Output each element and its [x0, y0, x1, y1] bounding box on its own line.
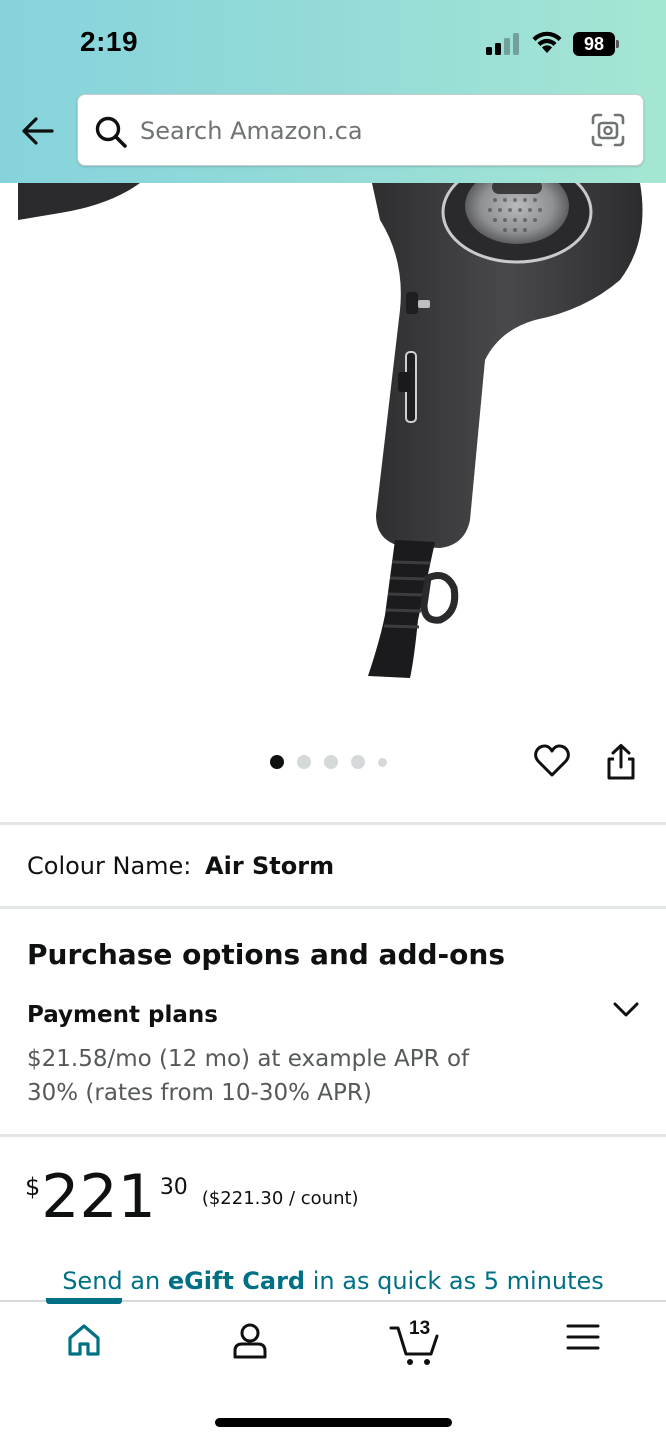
carousel-dot[interactable]: [297, 755, 311, 769]
unit-price: ($221.30 / count): [201, 1188, 359, 1209]
chevron-down-icon[interactable]: [610, 996, 642, 1024]
share-icon[interactable]: [603, 743, 639, 781]
nav-account[interactable]: [210, 1322, 290, 1372]
payment-plan-detail: $21.58/mo (12 mo) at example APR of 30% …: [27, 1046, 470, 1106]
back-arrow-icon[interactable]: [20, 113, 56, 149]
home-indicator-bar: [215, 1418, 452, 1427]
menu-icon: [566, 1324, 600, 1350]
price-currency: $: [25, 1173, 41, 1201]
nav-cart[interactable]: 13: [375, 1318, 455, 1372]
price-fraction: 30: [159, 1175, 188, 1200]
colour-value: Air Storm: [205, 852, 335, 880]
search-bar[interactable]: [77, 94, 644, 166]
payment-plans-title[interactable]: Payment plans: [27, 1002, 218, 1028]
wifi-icon: [532, 31, 562, 53]
colour-label: Colour Name:: [27, 852, 192, 880]
egift-bold: eGift Card: [167, 1267, 306, 1295]
nav-home[interactable]: [44, 1322, 124, 1372]
cellular-signal-icon: [486, 33, 519, 55]
carousel-dot[interactable]: [324, 755, 338, 769]
carousel-dot[interactable]: [270, 755, 284, 769]
account-icon: [233, 1323, 267, 1359]
price: $ 221 30 ($221.30 / count): [25, 1165, 359, 1229]
battery-tip: [616, 40, 619, 48]
egift-link[interactable]: Send an eGift Card in as quick as 5 minu…: [0, 1267, 666, 1295]
search-input[interactable]: [140, 111, 570, 151]
product-image[interactable]: [0, 183, 666, 723]
divider: [0, 1134, 666, 1137]
bottom-nav: 13: [0, 1298, 666, 1440]
nav-menu[interactable]: [543, 1322, 623, 1372]
carousel-dot[interactable]: [378, 757, 387, 767]
status-time: 2:19: [80, 26, 139, 57]
divider: [0, 822, 666, 825]
battery-indicator: 98: [573, 32, 619, 56]
search-icon[interactable]: [94, 115, 128, 149]
price-whole: 221: [41, 1162, 156, 1232]
heart-icon[interactable]: [533, 742, 571, 780]
colour-name-row: Colour Name: Air Storm: [27, 852, 334, 880]
active-tab-indicator: [46, 1298, 122, 1304]
purchase-options-title: Purchase options and add-ons: [27, 938, 505, 971]
camera-icon[interactable]: [590, 112, 626, 148]
egift-suffix: in as quick as 5 minutes: [305, 1267, 604, 1295]
cart-count: 13: [409, 1318, 431, 1339]
carousel-dot[interactable]: [351, 755, 365, 769]
battery-level: 98: [573, 32, 615, 56]
divider: [0, 906, 666, 909]
hair-dryer-illustration: [18, 183, 643, 678]
home-icon: [68, 1324, 100, 1356]
top-header: 2:19 98: [0, 0, 666, 183]
egift-prefix: Send an: [62, 1267, 168, 1295]
image-carousel-dots[interactable]: [270, 754, 387, 770]
